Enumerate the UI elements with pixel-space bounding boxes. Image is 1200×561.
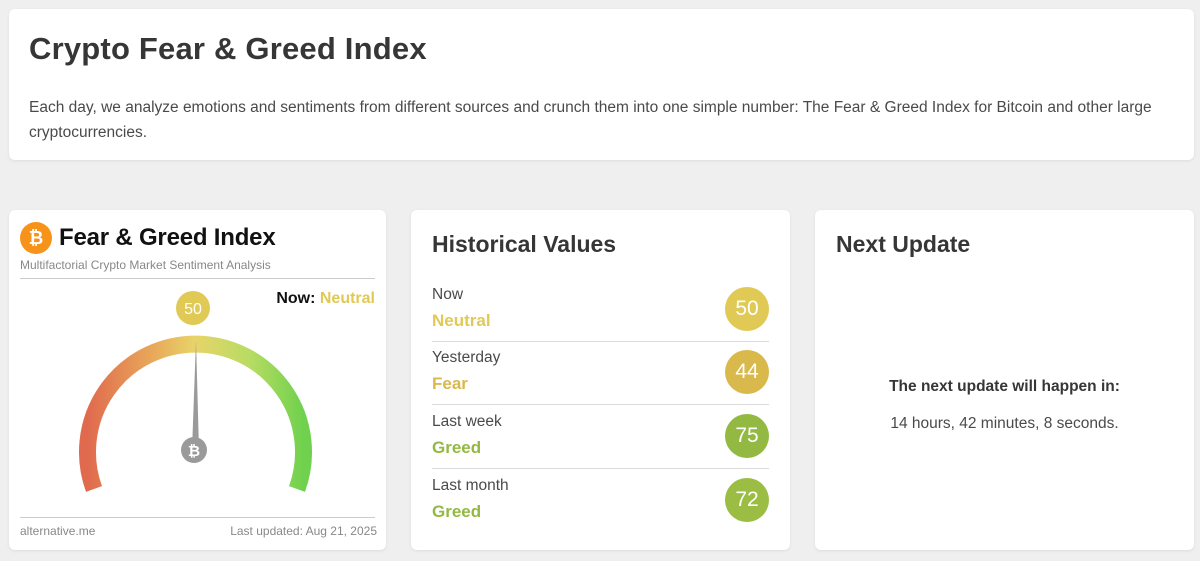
page-description: Each day, we analyze emotions and sentim…: [29, 99, 1152, 141]
history-label: Yesterday: [432, 349, 501, 366]
next-update-card: Next Update The next update will happen …: [815, 210, 1194, 550]
history-classification: Fear: [432, 374, 468, 393]
divider: [20, 517, 375, 518]
history-label: Now: [432, 286, 464, 303]
gauge-needle: [192, 340, 199, 450]
history-label: Last month: [432, 477, 509, 494]
countdown-timer: 14 hours, 42 minutes, 8 seconds.: [890, 415, 1119, 432]
historical-values-card: Historical Values Now Neutral 50 Yesterd…: [411, 210, 790, 550]
intro-card: Crypto Fear & Greed Index Each day, we a…: [9, 9, 1194, 160]
history-label: Last week: [432, 413, 502, 430]
history-classification: Neutral: [432, 311, 491, 330]
historical-title: Historical Values: [432, 231, 617, 257]
history-value-badge: 50: [725, 287, 769, 331]
history-classification: Greed: [432, 502, 482, 521]
history-value-badge: 72: [725, 478, 769, 522]
history-classification: Greed: [432, 438, 482, 457]
divider: [432, 341, 769, 342]
page-title: Crypto Fear & Greed Index: [29, 31, 427, 66]
svg-text:₿: ₿: [188, 443, 200, 460]
last-updated: Last updated: Aug 21, 2025: [230, 524, 377, 538]
next-update-message: The next update will happen in:: [889, 378, 1120, 395]
fear-greed-widget[interactable]: ₿ Fear & Greed Index Multifactorial Cryp…: [9, 210, 386, 550]
next-update-title: Next Update: [836, 231, 971, 257]
source-link[interactable]: alternative.me: [20, 524, 95, 538]
history-value-badge: 75: [725, 414, 769, 458]
gauge: ₿ 50: [79, 291, 312, 492]
gauge-value: 50: [184, 301, 202, 318]
divider: [432, 404, 769, 405]
history-value-badge: 44: [725, 350, 769, 394]
divider: [432, 468, 769, 469]
history-row-last-month: Last month Greed 72: [432, 477, 769, 541]
